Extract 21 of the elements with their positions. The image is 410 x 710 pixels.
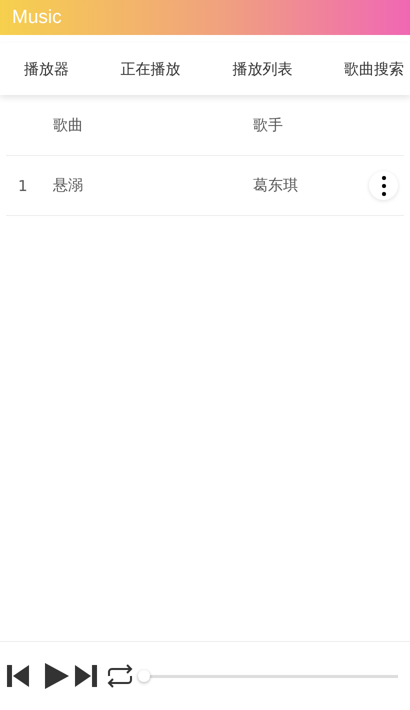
previous-icon [6, 664, 30, 688]
tab[interactable]: 播放器 [22, 54, 71, 84]
more-icon [382, 176, 386, 196]
column-header: 歌手 [253, 116, 284, 134]
repeat-icon [106, 663, 134, 689]
play-button[interactable] [44, 662, 70, 690]
repeat-button[interactable] [106, 663, 134, 689]
next-button[interactable] [74, 664, 98, 688]
slider-thumb[interactable] [138, 670, 150, 682]
tab[interactable]: 正在播放 [118, 54, 183, 84]
more-button[interactable] [369, 171, 398, 200]
artist-cell-text: 葛东琪 [253, 176, 299, 195]
play-icon [44, 662, 70, 690]
tab[interactable]: 歌曲搜索 [342, 54, 406, 84]
app-title: Music [12, 6, 62, 28]
previous-button[interactable] [6, 664, 30, 688]
tab[interactable]: 播放列表 [230, 54, 294, 84]
column-header: 歌曲 [53, 116, 84, 134]
row-number: 1 [17, 176, 29, 194]
next-icon [74, 664, 98, 688]
song-cell-text: 悬溺 [53, 176, 84, 195]
